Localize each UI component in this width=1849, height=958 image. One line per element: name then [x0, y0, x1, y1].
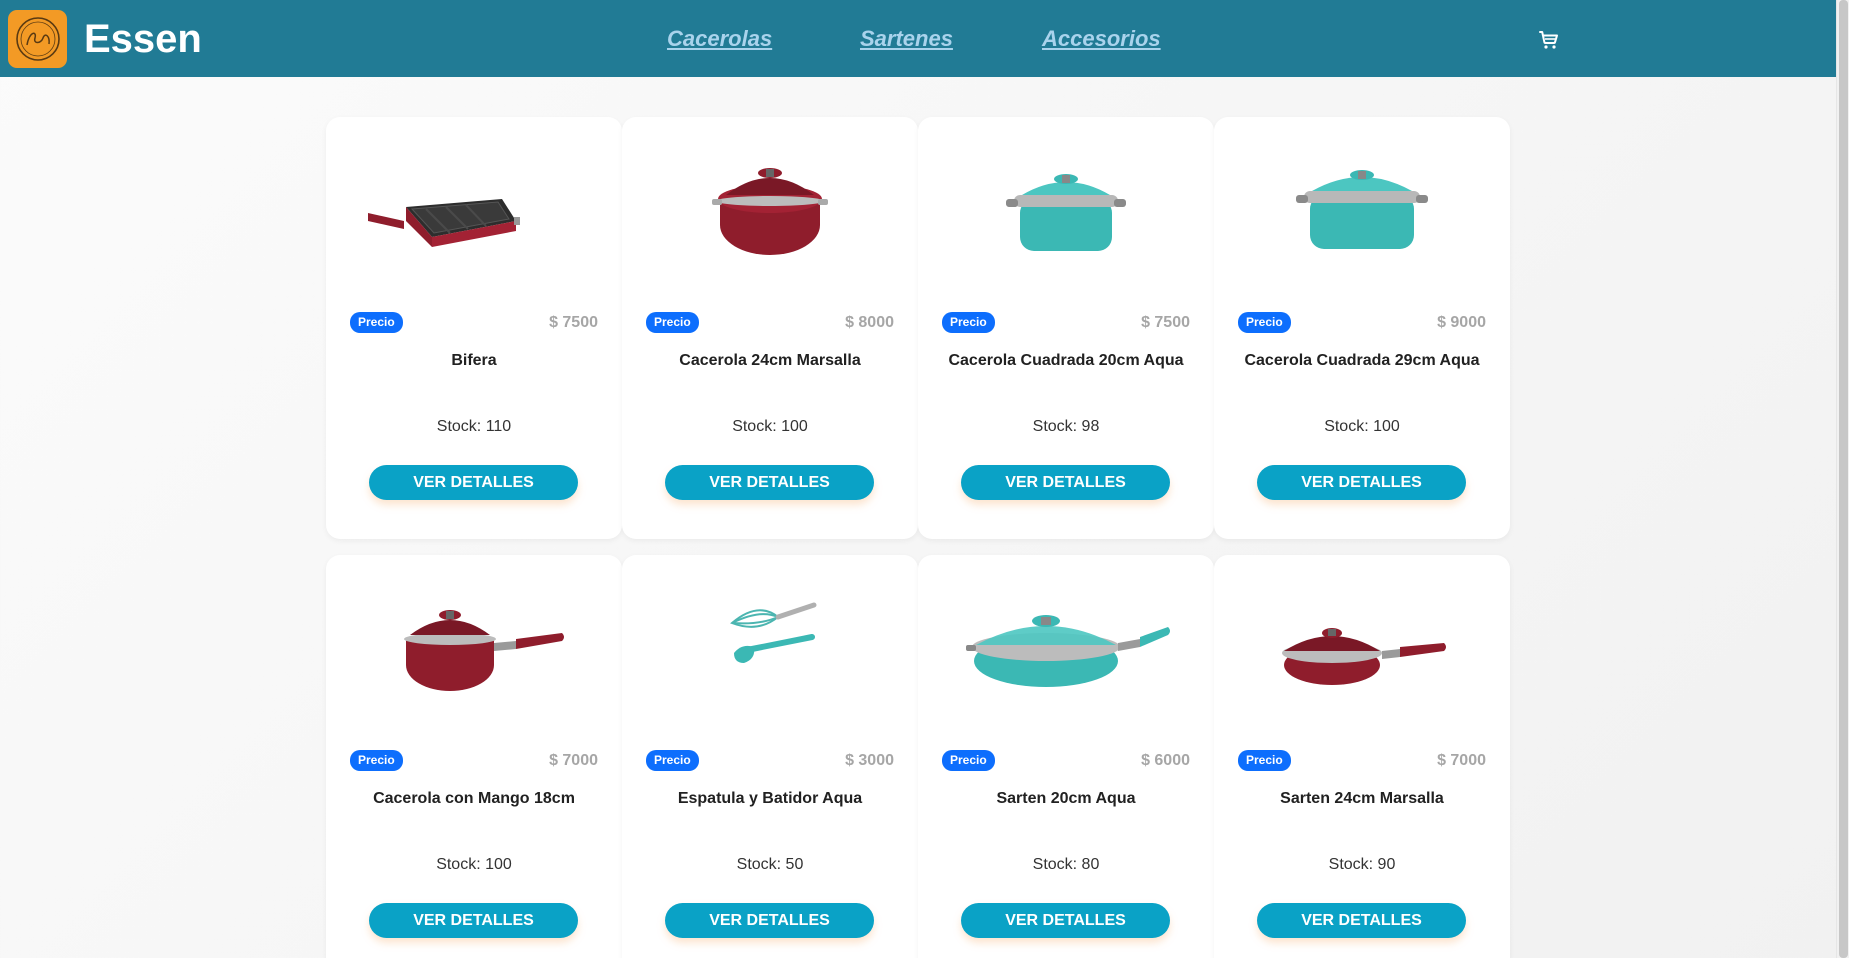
product-card: Precio $ 3000 Espatula y Batidor Aqua St…	[622, 555, 918, 958]
product-card: Precio $ 6000 Sarten 20cm Aqua Stock: 80…	[918, 555, 1214, 958]
product-stock: Stock: 98	[1032, 418, 1100, 435]
ver-detalles-button[interactable]: VER DETALLES	[961, 465, 1170, 500]
product-stock: Stock: 50	[736, 856, 804, 873]
product-image	[958, 577, 1174, 717]
product-name: Bifera	[451, 352, 497, 369]
saucepan-icon	[404, 610, 564, 691]
product-image	[958, 139, 1174, 279]
price-badge: Precio	[646, 750, 699, 771]
frying-pan-aqua-icon	[966, 615, 1170, 687]
product-image	[662, 577, 878, 717]
casserole-icon	[712, 168, 828, 255]
product-price: $ 9000	[1437, 314, 1486, 331]
ver-detalles-button[interactable]: VER DETALLES	[665, 903, 874, 938]
product-price: $ 8000	[845, 314, 894, 331]
product-name: Cacerola con Mango 18cm	[373, 790, 575, 807]
ver-detalles-button[interactable]: VER DETALLES	[369, 465, 578, 500]
spatula-whisk-icon	[730, 602, 817, 663]
essen-logo[interactable]	[8, 10, 67, 68]
product-name: Cacerola Cuadrada 20cm Aqua	[948, 352, 1184, 369]
nav-link-accesorios[interactable]: Accesorios	[1042, 24, 1161, 54]
nav-link-cacerolas[interactable]: Cacerolas	[667, 24, 772, 54]
square-casserole-icon	[1296, 170, 1428, 249]
product-card: Precio $ 7000 Cacerola con Mango 18cm St…	[326, 555, 622, 958]
product-stock: Stock: 110	[436, 418, 512, 435]
ver-detalles-button[interactable]: VER DETALLES	[961, 903, 1170, 938]
product-card: Precio $ 7500 Cacerola Cuadrada 20cm Aqu…	[918, 117, 1214, 539]
product-stock: Stock: 80	[1032, 856, 1100, 873]
product-price: $ 7500	[549, 314, 598, 331]
product-price: $ 7000	[1437, 752, 1486, 769]
product-card: Precio $ 7000 Sarten 24cm Marsalla Stock…	[1214, 555, 1510, 958]
page-scrollbar[interactable]	[1836, 0, 1849, 958]
product-name: Sarten 20cm Aqua	[996, 790, 1136, 807]
product-card: Precio $ 7500 Bifera Stock: 110 VER DETA…	[326, 117, 622, 539]
product-card: Precio $ 9000 Cacerola Cuadrada 29cm Aqu…	[1214, 117, 1510, 539]
product-stock: Stock: 100	[732, 418, 808, 435]
brand-title: Essen	[84, 17, 202, 61]
product-price: $ 7500	[1141, 314, 1190, 331]
grill-pan-icon	[368, 199, 520, 247]
product-image	[1254, 577, 1470, 717]
price-badge: Precio	[1238, 312, 1291, 333]
product-image	[1254, 139, 1470, 279]
logo-emblem-icon	[15, 17, 60, 61]
product-price: $ 6000	[1141, 752, 1190, 769]
price-badge: Precio	[350, 750, 403, 771]
product-price: $ 7000	[549, 752, 598, 769]
navbar: Essen Cacerolas Sartenes Accesorios	[0, 0, 1836, 77]
price-badge: Precio	[942, 312, 995, 333]
square-casserole-icon	[1006, 174, 1126, 251]
product-name: Sarten 24cm Marsalla	[1280, 790, 1444, 807]
product-image	[662, 139, 878, 279]
product-stock: Stock: 100	[436, 856, 512, 873]
ver-detalles-button[interactable]: VER DETALLES	[1257, 903, 1466, 938]
product-name: Espatula y Batidor Aqua	[677, 790, 863, 807]
nav-link-sartenes[interactable]: Sartenes	[860, 24, 953, 54]
cart-icon[interactable]	[1537, 28, 1561, 52]
product-image	[366, 577, 582, 717]
price-badge: Precio	[1238, 750, 1291, 771]
scrollbar-thumb[interactable]	[1839, 0, 1848, 958]
product-name: Cacerola Cuadrada 29cm Aqua	[1244, 352, 1480, 369]
product-card: Precio $ 8000 Cacerola 24cm Marsalla Sto…	[622, 117, 918, 539]
price-badge: Precio	[942, 750, 995, 771]
frying-pan-marsalla-icon	[1282, 628, 1446, 685]
product-stock: Stock: 100	[1324, 418, 1400, 435]
product-image	[366, 139, 582, 279]
product-price: $ 3000	[845, 752, 894, 769]
product-stock: Stock: 90	[1328, 856, 1396, 873]
ver-detalles-button[interactable]: VER DETALLES	[665, 465, 874, 500]
price-badge: Precio	[350, 312, 403, 333]
product-name: Cacerola 24cm Marsalla	[679, 352, 861, 369]
ver-detalles-button[interactable]: VER DETALLES	[1257, 465, 1466, 500]
price-badge: Precio	[646, 312, 699, 333]
ver-detalles-button[interactable]: VER DETALLES	[369, 903, 578, 938]
